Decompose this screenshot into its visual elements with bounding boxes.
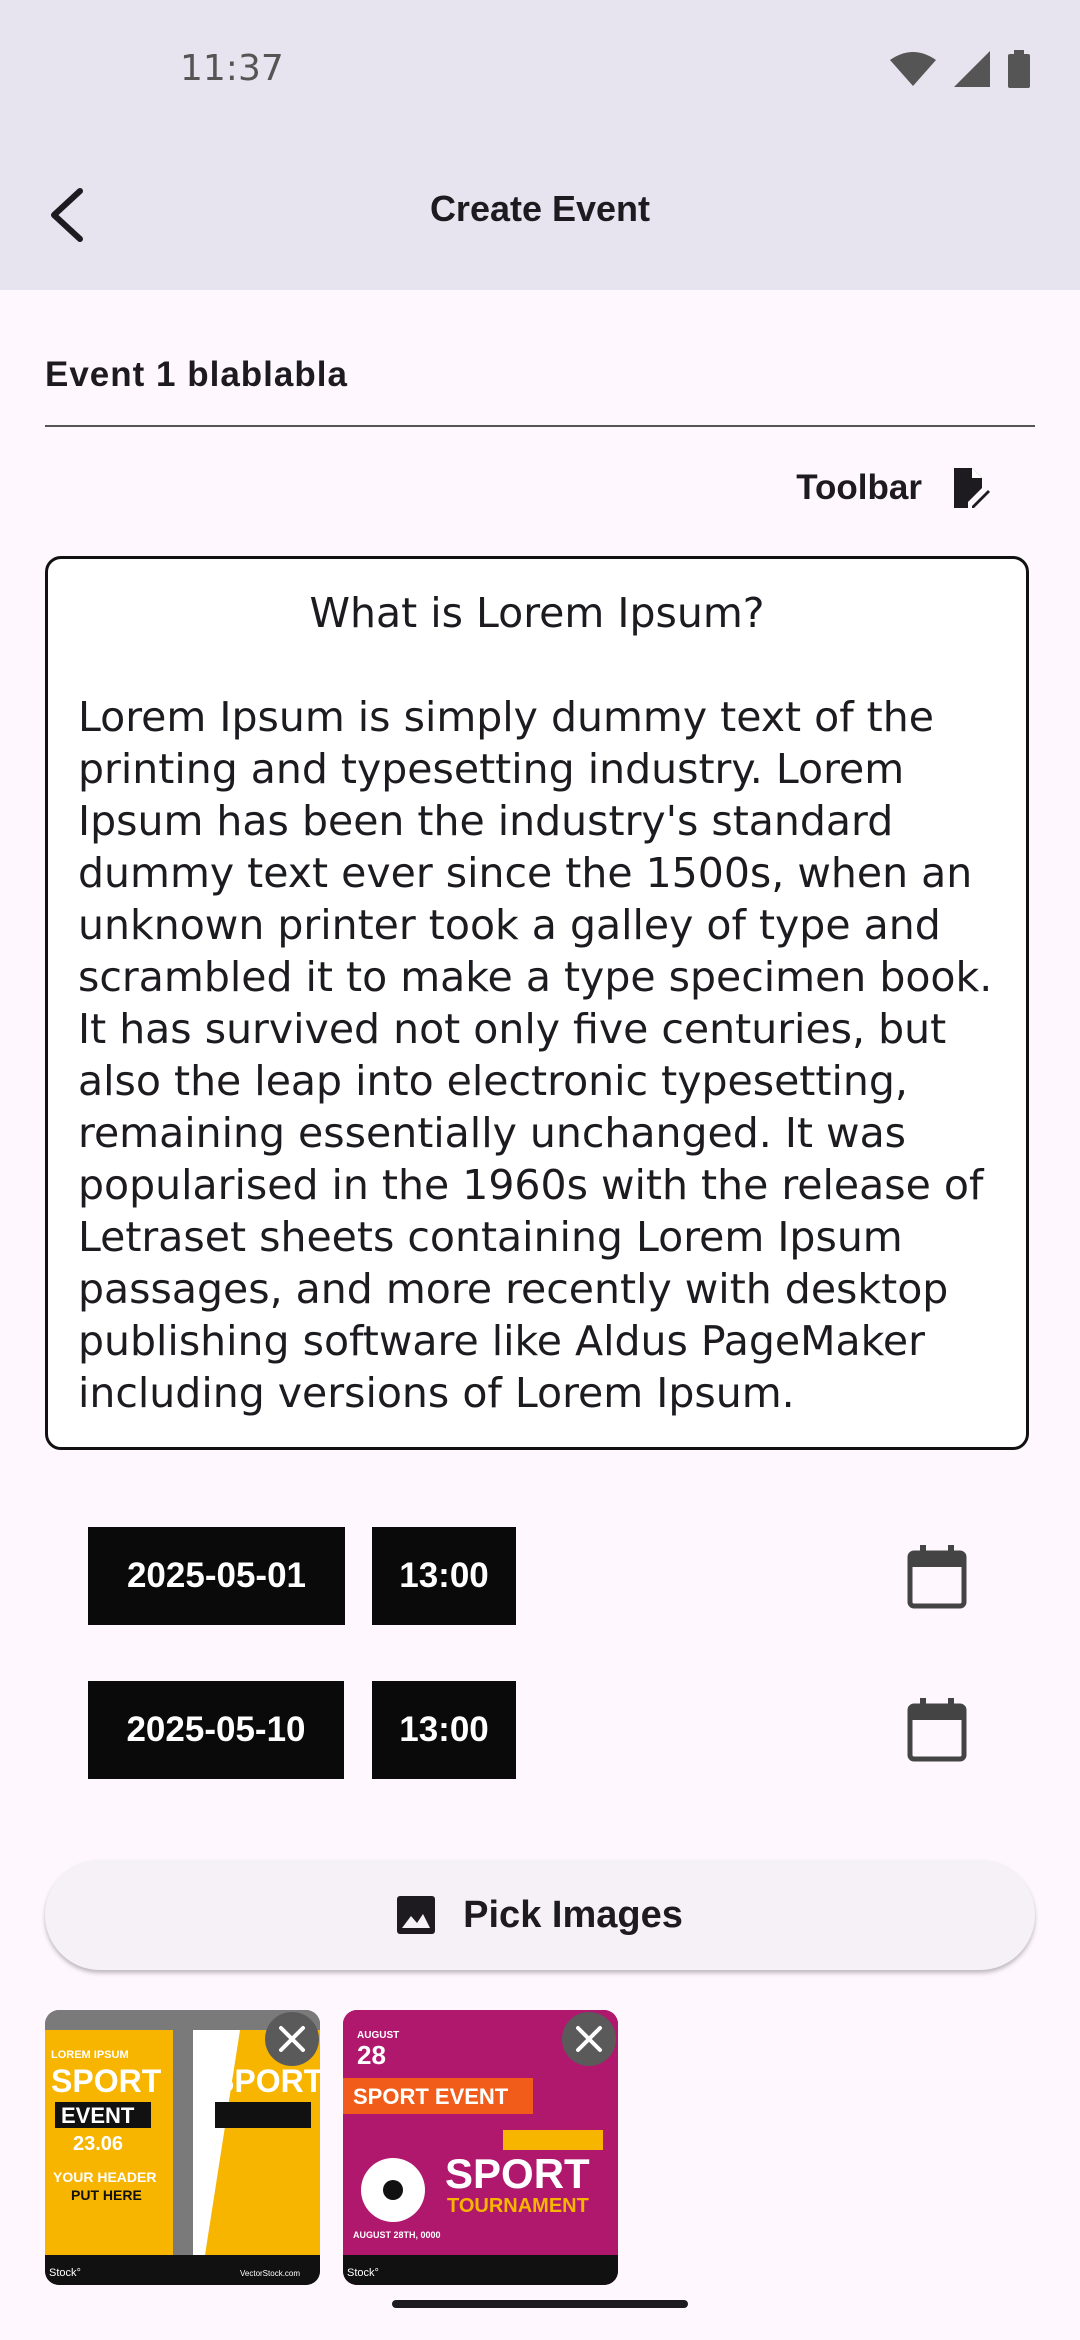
close-icon bbox=[576, 2026, 602, 2052]
thumb1-footer2: PUT HERE bbox=[71, 2187, 142, 2203]
thumb1-headline2: EVENT bbox=[61, 2103, 135, 2128]
status-icons bbox=[890, 50, 1030, 88]
image-icon bbox=[397, 1896, 436, 1934]
edit-document-icon bbox=[954, 468, 990, 508]
event-title-text: Event 1 blablabla bbox=[45, 355, 348, 394]
calendar-icon bbox=[907, 1545, 967, 1609]
toolbar-label: Toolbar bbox=[796, 468, 922, 507]
close-icon bbox=[279, 2026, 305, 2052]
signal-icon bbox=[954, 51, 990, 87]
calendar-icon bbox=[907, 1698, 967, 1762]
thumb1-watermark-right: VectorStock.com bbox=[240, 2269, 300, 2278]
start-calendar-button[interactable] bbox=[907, 1545, 967, 1609]
thumb2-headline1: SPORT EVENT bbox=[353, 2084, 509, 2109]
end-calendar-button[interactable] bbox=[907, 1698, 967, 1762]
thumb1-date: 23.06 bbox=[73, 2133, 123, 2155]
wifi-icon bbox=[890, 52, 936, 86]
svg-text:SPORT: SPORT bbox=[213, 2063, 320, 2099]
thumb1-headline1: SPORT bbox=[51, 2063, 162, 2099]
editor-heading: What is Lorem Ipsum? bbox=[309, 589, 765, 637]
end-date-chip[interactable]: 2025-05-10 bbox=[88, 1681, 344, 1779]
thumb2-watermark-left: Stock° bbox=[347, 2267, 379, 2279]
toolbar-toggle[interactable]: Toolbar bbox=[796, 468, 990, 508]
status-time: 11:37 bbox=[180, 48, 284, 89]
pick-images-button[interactable]: Pick Images bbox=[45, 1860, 1035, 1970]
end-time-chip[interactable]: 13:00 bbox=[372, 1681, 516, 1779]
pick-images-label: Pick Images bbox=[463, 1893, 683, 1936]
thumb2-headline2: SPORT bbox=[445, 2150, 590, 2197]
thumb2-day: 28 bbox=[357, 2040, 386, 2070]
rich-text-editor[interactable]: What is Lorem Ipsum? Lorem Ipsum is simp… bbox=[45, 556, 1029, 1450]
thumb1-footer1: YOUR HEADER bbox=[53, 2169, 156, 2185]
remove-image-1-button[interactable] bbox=[265, 2012, 319, 2066]
start-time-chip[interactable]: 13:00 bbox=[372, 1527, 516, 1625]
editor-body: Lorem Ipsum is simply dummy text of the … bbox=[78, 693, 993, 1417]
start-date-chip[interactable]: 2025-05-01 bbox=[88, 1527, 345, 1625]
thumb2-headline3: TOURNAMENT bbox=[447, 2195, 589, 2217]
top-app-bar: 11:37 Create Event bbox=[0, 0, 1080, 290]
remove-image-2-button[interactable] bbox=[562, 2012, 616, 2066]
event-title-field[interactable]: Event 1 blablabla bbox=[45, 355, 1035, 427]
thumb2-footer: AUGUST 28TH, 0000 bbox=[353, 2230, 441, 2240]
thumb1-watermark-left: Stock° bbox=[49, 2267, 81, 2279]
page-title: Create Event bbox=[429, 188, 651, 229]
thumb1-top-label: LOREM IPSUM bbox=[51, 2049, 129, 2061]
battery-icon bbox=[1008, 50, 1030, 88]
home-indicator[interactable] bbox=[392, 2300, 688, 2308]
